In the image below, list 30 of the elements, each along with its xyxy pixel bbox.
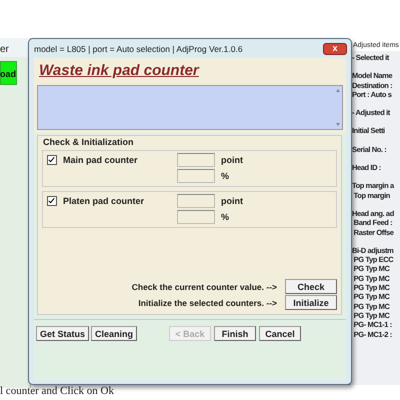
scroll-down-icon[interactable]: [336, 123, 340, 126]
checkbox[interactable]: [47, 155, 57, 165]
footer-button[interactable]: Cleaning: [91, 326, 138, 341]
input-field[interactable]: [177, 169, 215, 183]
footer-button[interactable]: Cancel: [259, 326, 302, 341]
instruction-text: l counter and Click on Ok: [0, 385, 114, 397]
input-field[interactable]: [177, 153, 215, 167]
unit-label: point: [221, 155, 243, 165]
footer-button[interactable]: Finish: [214, 326, 256, 341]
action-button[interactable]: Check: [285, 279, 337, 294]
unit-label: %: [221, 171, 230, 181]
action-text: Check the current counter value. -->: [132, 282, 277, 292]
action-button[interactable]: Initialize: [285, 295, 337, 310]
footer-button[interactable]: Get Status: [36, 326, 90, 341]
window-title: er: [0, 38, 30, 57]
close-button[interactable]: x: [323, 42, 347, 54]
checkbox[interactable]: [47, 196, 57, 206]
unit-label: %: [221, 212, 230, 222]
input-field[interactable]: [177, 210, 215, 224]
dialog-heading: Waste ink pad counter: [38, 61, 200, 81]
load-button[interactable]: oad: [0, 61, 17, 85]
unit-label: point: [221, 196, 243, 206]
scrollbar[interactable]: [333, 86, 342, 129]
window-title: model = L805 | port = Auto selection | AdjProg Ver.1.0.6: [34, 44, 243, 54]
scroll-up-icon[interactable]: [336, 89, 340, 92]
group-title: Check & Initialization: [43, 137, 134, 147]
action-text: Initialize the selected counters. -->: [138, 298, 277, 308]
checkbox-label: Platen pad counter: [63, 196, 144, 206]
input-field[interactable]: [177, 194, 215, 208]
checkbox-label: Main pad counter: [63, 155, 138, 165]
